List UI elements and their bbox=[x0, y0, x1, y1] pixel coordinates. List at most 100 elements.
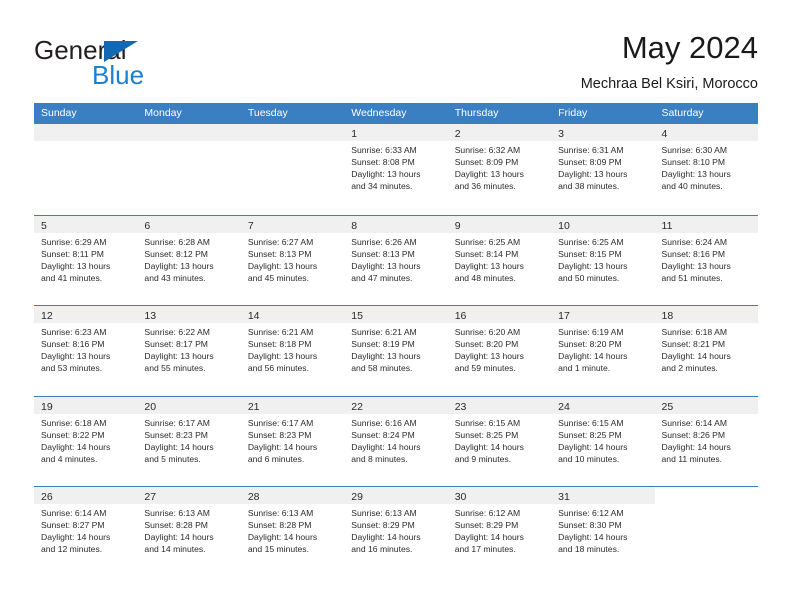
daylight-text-line2: and 5 minutes. bbox=[144, 453, 201, 464]
calendar-day-cell[interactable]: 8 Sunrise: 6:26 AM Sunset: 8:13 PM Daylight… bbox=[344, 215, 448, 305]
daylight-text-line2: and 48 minutes. bbox=[454, 272, 516, 283]
sunset-text: Sunset: 8:25 PM bbox=[454, 429, 519, 440]
sunrise-text: Sunrise: 6:12 AM bbox=[558, 508, 624, 518]
daylight-text-line1: Daylight: 13 hours bbox=[454, 351, 524, 362]
calendar-day-cell[interactable]: 25 Sunrise: 6:14 AM Sunset: 8:26 PM Dayligh… bbox=[654, 396, 758, 486]
day-number-band: 5 bbox=[34, 215, 138, 233]
day-number-band: 24 bbox=[551, 396, 655, 414]
brand-name-blue: Blue bbox=[92, 60, 145, 90]
day-sun-info: Sunrise: 6:22 AM Sunset: 8:17 PM Daylight:… bbox=[137, 323, 240, 374]
sunset-text: Sunset: 8:16 PM bbox=[41, 339, 105, 350]
sunrise-text: Sunrise: 6:23 AM bbox=[41, 327, 107, 337]
calendar-day-cell[interactable]: 14 Sunrise: 6:21 AM Sunset: 8:18 PM Dayligh… bbox=[240, 306, 345, 396]
calendar-day-cell[interactable]: 21 Sunrise: 6:17 AM Sunset: 8:23 PM Dayligh… bbox=[240, 396, 345, 486]
daylight-text-line1: Daylight: 14 hours bbox=[454, 532, 524, 543]
sunset-text: Sunset: 8:09 PM bbox=[454, 157, 519, 168]
day-number: 21 bbox=[247, 400, 260, 413]
calendar-day-cell[interactable]: 12 Sunrise: 6:23 AM Sunset: 8:16 PM Dayligh… bbox=[34, 306, 138, 396]
calendar-day-cell[interactable]: 20 Sunrise: 6:17 AM Sunset: 8:23 PM Dayligh… bbox=[137, 396, 241, 486]
daylight-text-line2: and 10 minutes. bbox=[558, 453, 620, 464]
calendar-day-cell[interactable]: 10 Sunrise: 6:25 AM Sunset: 8:15 PM Dayligh… bbox=[551, 215, 655, 305]
day-sun-info: Sunrise: 6:15 AM Sunset: 8:25 PM Daylight:… bbox=[551, 414, 654, 465]
weekday-header-friday: Friday bbox=[558, 107, 588, 119]
calendar-day-cell[interactable]: 7 Sunrise: 6:27 AM Sunset: 8:13 PM Daylight… bbox=[240, 215, 345, 305]
calendar-empty-cell bbox=[654, 487, 758, 577]
sunset-text: Sunset: 8:29 PM bbox=[351, 520, 415, 531]
day-number: 31 bbox=[558, 491, 570, 503]
calendar-day-cell[interactable]: 13 Sunrise: 6:22 AM Sunset: 8:17 PM Dayligh… bbox=[137, 306, 241, 396]
calendar-empty-cell bbox=[137, 124, 241, 215]
day-sun-info: Sunrise: 6:12 AM Sunset: 8:30 PM Daylight:… bbox=[551, 504, 654, 555]
calendar-day-cell[interactable]: 30 Sunrise: 6:12 AM Sunset: 8:29 PM Dayligh… bbox=[447, 487, 552, 577]
calendar-day-cell[interactable]: 9 Sunrise: 6:25 AM Sunset: 8:14 PM Daylight… bbox=[447, 215, 552, 305]
sunrise-text: Sunrise: 6:17 AM bbox=[144, 417, 210, 428]
day-number: 16 bbox=[454, 310, 467, 322]
calendar-day-cell[interactable]: 22 Sunrise: 6:16 AM Sunset: 8:24 PM Dayligh… bbox=[344, 396, 448, 486]
daylight-text-line1: Daylight: 13 hours bbox=[558, 260, 628, 271]
sunset-text: Sunset: 8:23 PM bbox=[144, 429, 208, 440]
calendar-day-cell[interactable]: 18 Sunrise: 6:18 AM Sunset: 8:21 PM Dayligh… bbox=[654, 306, 758, 396]
sunset-text: Sunset: 8:10 PM bbox=[661, 157, 726, 168]
day-number: 27 bbox=[144, 491, 157, 503]
sunset-text: Sunset: 8:19 PM bbox=[351, 339, 415, 350]
daylight-text-line2: and 34 minutes. bbox=[351, 181, 413, 192]
calendar-day-cell[interactable]: 31 Sunrise: 6:12 AM Sunset: 8:30 PM Dayligh… bbox=[551, 487, 655, 577]
calendar-day-cell[interactable]: 19 Sunrise: 6:18 AM Sunset: 8:22 PM Dayligh… bbox=[34, 396, 138, 486]
general-blue-logo[interactable]: General Blue bbox=[34, 36, 254, 90]
weekday-header-monday: Monday bbox=[144, 107, 182, 119]
daylight-text-line2: and 45 minutes. bbox=[247, 272, 309, 283]
daylight-text-line1: Daylight: 13 hours bbox=[351, 260, 421, 271]
weekday-header-row: Sunday Monday Tuesday Wednesday Thursday Frid… bbox=[34, 103, 758, 124]
sunrise-text: Sunrise: 6:22 AM bbox=[144, 327, 210, 337]
daylight-text-line2: and 15 minutes. bbox=[247, 544, 309, 555]
calendar-day-cell[interactable]: 17 Sunrise: 6:19 AM Sunset: 8:20 PM Dayligh… bbox=[551, 306, 655, 396]
daylight-text-line2: and 41 minutes. bbox=[41, 272, 103, 283]
day-sun-info: Sunrise: 6:27 AM Sunset: 8:13 PM Daylight:… bbox=[241, 233, 344, 284]
calendar-day-cell[interactable]: 28 Sunrise: 6:13 AM Sunset: 8:28 PM Dayligh… bbox=[240, 487, 345, 577]
calendar-day-cell[interactable]: 15 Sunrise: 6:21 AM Sunset: 8:19 PM Dayligh… bbox=[344, 306, 448, 396]
calendar-page: General Blue May 2024 Mechraa Bel Ksiri,… bbox=[0, 0, 792, 612]
sunset-text: Sunset: 8:16 PM bbox=[661, 248, 726, 259]
calendar-day-cell[interactable]: 3 Sunrise: 6:31 AM Sunset: 8:09 PM Daylight… bbox=[551, 124, 655, 215]
day-number: 3 bbox=[558, 128, 564, 140]
daylight-text-line2: and 9 minutes. bbox=[454, 453, 512, 464]
daylight-text-line1: Daylight: 14 hours bbox=[661, 441, 731, 452]
day-number-band: 1 bbox=[344, 124, 448, 141]
calendar-day-cell[interactable]: 24 Sunrise: 6:15 AM Sunset: 8:25 PM Dayligh… bbox=[551, 396, 655, 486]
calendar-day-cell[interactable]: 23 Sunrise: 6:15 AM Sunset: 8:25 PM Dayligh… bbox=[447, 396, 552, 486]
day-number-band: 13 bbox=[137, 306, 241, 323]
daylight-text-line1: Daylight: 13 hours bbox=[351, 351, 421, 362]
day-sun-info: Sunrise: 6:15 AM Sunset: 8:25 PM Daylight:… bbox=[448, 414, 551, 465]
day-number-band: 23 bbox=[447, 396, 552, 414]
calendar-day-cell[interactable]: 6 Sunrise: 6:28 AM Sunset: 8:12 PM Daylight… bbox=[137, 215, 241, 305]
day-number-band: 10 bbox=[551, 215, 655, 233]
calendar-day-cell[interactable]: 1 Sunrise: 6:33 AM Sunset: 8:08 PM Daylight… bbox=[344, 124, 448, 215]
day-number-band: 3 bbox=[551, 124, 655, 141]
daylight-text-line2: and 38 minutes. bbox=[558, 181, 620, 192]
day-sun-info: Sunrise: 6:13 AM Sunset: 8:28 PM Daylight:… bbox=[137, 504, 240, 555]
calendar-day-cell[interactable]: 5 Sunrise: 6:29 AM Sunset: 8:11 PM Daylight… bbox=[34, 215, 138, 305]
calendar-week-row: 26 Sunrise: 6:14 AM Sunset: 8:27 PM Dayligh… bbox=[34, 486, 758, 577]
sunrise-text: Sunrise: 6:29 AM bbox=[41, 236, 107, 247]
day-number-band: 27 bbox=[137, 487, 241, 504]
day-sun-info: Sunrise: 6:28 AM Sunset: 8:12 PM Daylight:… bbox=[137, 233, 240, 284]
sunrise-text: Sunrise: 6:28 AM bbox=[144, 236, 210, 247]
day-number-band: 20 bbox=[137, 396, 241, 414]
calendar-day-cell[interactable]: 16 Sunrise: 6:20 AM Sunset: 8:20 PM Dayligh… bbox=[447, 306, 552, 396]
day-sun-info: Sunrise: 6:16 AM Sunset: 8:24 PM Daylight:… bbox=[344, 414, 447, 465]
calendar-day-cell[interactable]: 27 Sunrise: 6:13 AM Sunset: 8:28 PM Dayligh… bbox=[137, 487, 241, 577]
calendar-day-cell[interactable]: 11 Sunrise: 6:24 AM Sunset: 8:16 PM Dayligh… bbox=[654, 215, 758, 305]
sunrise-text: Sunrise: 6:15 AM bbox=[454, 417, 521, 428]
calendar-day-cell[interactable]: 2 Sunrise: 6:32 AM Sunset: 8:09 PM Daylight… bbox=[447, 124, 552, 215]
calendar-day-cell[interactable]: 29 Sunrise: 6:13 AM Sunset: 8:29 PM Dayligh… bbox=[344, 487, 448, 577]
calendar-day-cell[interactable]: 4 Sunrise: 6:30 AM Sunset: 8:10 PM Daylight… bbox=[654, 124, 758, 215]
day-number: 8 bbox=[351, 219, 358, 232]
day-sun-info: Sunrise: 6:14 AM Sunset: 8:26 PM Daylight:… bbox=[655, 414, 758, 465]
calendar-day-cell[interactable]: 26 Sunrise: 6:14 AM Sunset: 8:27 PM Dayligh… bbox=[34, 487, 138, 577]
weekday-header-sunday: Sunday bbox=[41, 107, 77, 119]
daylight-text-line1: Daylight: 13 hours bbox=[558, 169, 628, 180]
calendar-week-row: 19 Sunrise: 6:18 AM Sunset: 8:22 PM Dayligh… bbox=[34, 395, 758, 486]
day-sun-info: Sunrise: 6:26 AM Sunset: 8:13 PM Daylight:… bbox=[344, 233, 447, 284]
day-sun-info: Sunrise: 6:13 AM Sunset: 8:28 PM Daylight:… bbox=[241, 504, 344, 555]
daylight-text-line2: and 47 minutes. bbox=[351, 272, 413, 283]
